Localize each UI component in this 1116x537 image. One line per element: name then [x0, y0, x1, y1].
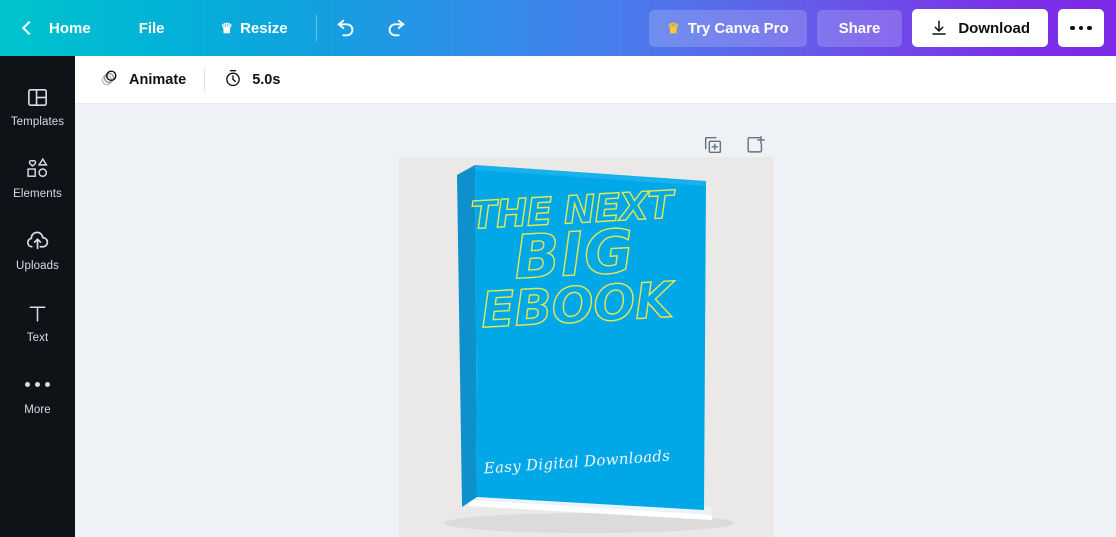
design-page[interactable]: THE NEXT BIG EBOOK Easy Digital Download…: [399, 157, 774, 537]
canva-editor: Home File ♛ Resize: [0, 0, 1116, 537]
home-button[interactable]: Home: [14, 12, 97, 45]
sidebar-item-label: Text: [27, 332, 49, 344]
try-canva-pro-label: Try Canva Pro: [688, 20, 789, 37]
duration-label: 5.0s: [252, 72, 280, 88]
resize-button[interactable]: ♛ Resize: [207, 12, 302, 45]
download-arrow-icon: [930, 19, 948, 37]
book-spine: [457, 165, 477, 507]
undo-button[interactable]: [327, 9, 365, 47]
ebook-cover-mockup[interactable]: THE NEXT BIG EBOOK Easy Digital Download…: [399, 157, 774, 537]
sidebar-item-text[interactable]: Text: [0, 286, 75, 358]
toolbar-divider: [204, 68, 205, 92]
duplicate-page-icon: [702, 134, 724, 156]
animate-button-label: Animate: [129, 72, 186, 88]
share-button[interactable]: Share: [817, 10, 903, 47]
share-button-label: Share: [839, 20, 881, 37]
text-t-icon: [26, 301, 49, 325]
sidebar-item-templates[interactable]: Templates: [0, 70, 75, 142]
book-front-cover: [475, 165, 706, 510]
download-button[interactable]: Download: [912, 9, 1048, 47]
add-page-icon: [744, 134, 766, 156]
sidebar-item-label: Elements: [13, 188, 62, 200]
animate-button[interactable]: Animate: [89, 61, 196, 98]
add-page-button[interactable]: [742, 132, 768, 158]
ebook-3d-shape: [399, 157, 774, 537]
sidebar-item-label: Uploads: [16, 260, 59, 272]
top-toolbar-right-group: ♛ Try Canva Pro Share Download: [649, 0, 1104, 56]
sidebar-item-uploads[interactable]: Uploads: [0, 214, 75, 286]
resize-button-label: Resize: [240, 20, 288, 37]
duplicate-page-button[interactable]: [700, 132, 726, 158]
redo-button[interactable]: [377, 9, 415, 47]
download-button-label: Download: [958, 20, 1030, 37]
ellipsis-icon: [25, 373, 50, 397]
animate-circles-icon: [99, 67, 120, 92]
try-canva-pro-button[interactable]: ♛ Try Canva Pro: [649, 10, 806, 47]
left-sidebar: Templates Elements Uploads: [0, 56, 75, 537]
sidebar-item-more[interactable]: More: [0, 358, 75, 430]
home-button-label: Home: [49, 20, 91, 37]
stopwatch-icon: [223, 68, 243, 92]
sidebar-item-label: More: [24, 404, 51, 416]
cloud-upload-icon: [25, 229, 50, 253]
redo-arrow-icon: [385, 17, 407, 39]
sidebar-item-elements[interactable]: Elements: [0, 142, 75, 214]
templates-grid-icon: [26, 85, 49, 109]
crown-icon: ♛: [667, 21, 680, 35]
more-options-button[interactable]: [1058, 9, 1104, 47]
chevron-left-icon: [22, 21, 36, 35]
sidebar-item-label: Templates: [11, 116, 64, 128]
canvas-workspace: THE NEXT BIG EBOOK Easy Digital Download…: [75, 104, 1116, 537]
file-menu-label: File: [139, 20, 165, 37]
file-menu-button[interactable]: File: [125, 12, 179, 45]
design-toolbar: Animate 5.0s: [75, 56, 1116, 104]
toolbar-divider: [316, 15, 317, 41]
page-tools: [700, 132, 768, 158]
shapes-icon: [25, 157, 50, 181]
top-toolbar-left-group: Home File ♛ Resize: [0, 0, 415, 56]
ellipsis-icon: [1070, 26, 1092, 31]
crown-icon: ♛: [221, 21, 234, 35]
top-toolbar: Home File ♛ Resize: [0, 0, 1116, 56]
duration-button[interactable]: 5.0s: [213, 62, 290, 98]
undo-arrow-icon: [335, 17, 357, 39]
